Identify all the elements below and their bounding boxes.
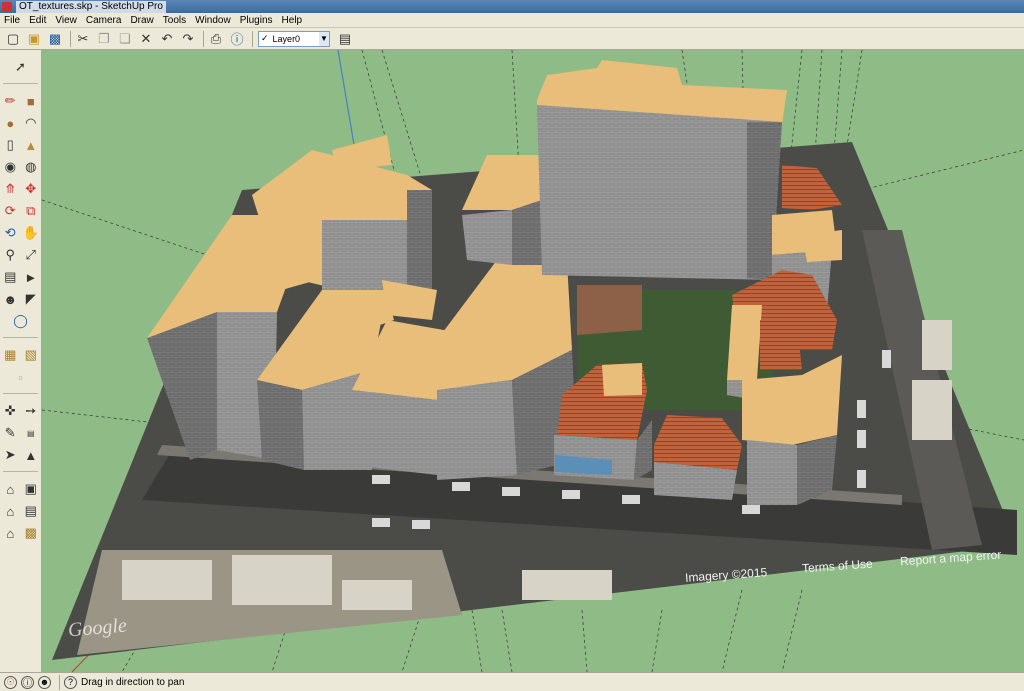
cut-icon[interactable]: ✂ (74, 30, 92, 48)
text-icon[interactable]: ✎ (2, 425, 19, 442)
top-view-icon[interactable]: ▣ (22, 481, 39, 498)
menu-file[interactable]: File (4, 15, 20, 26)
rotate-icon[interactable]: ⟳ (2, 203, 19, 220)
tools-palette: ➚ ✏ ■ ● ◠ ▯ ▲ ◉ ◍ ⤊ ✥ ⟳ ⧉ ⟲ ✋ ⚲ ⤢ ▤ ► ☻ ◤ ◯ ▦ ▧ ▫ ✜… (0, 50, 42, 672)
menu-edit[interactable]: Edit (29, 15, 46, 26)
palette-separator (3, 332, 38, 338)
layer-manager-icon[interactable]: ▤ (336, 30, 354, 48)
status-separator (59, 674, 60, 690)
geo-location-icon[interactable]: ☉ (4, 675, 17, 689)
move-icon[interactable]: ✥ (22, 181, 39, 198)
walk-icon[interactable]: ► (22, 269, 39, 286)
pan-icon[interactable]: ✋ (22, 225, 39, 242)
map-lot (577, 285, 642, 335)
front-view-icon[interactable]: ⌂ (2, 503, 19, 520)
palette-separator (3, 388, 38, 394)
current-layer-check: ✓ (261, 33, 269, 43)
zoom-extents-icon[interactable]: ⤢ (22, 247, 39, 264)
toolbar-separator (203, 30, 204, 47)
sketchup-app-icon (2, 1, 12, 12)
eraser-icon[interactable]: ▯ (2, 137, 19, 154)
open-icon[interactable]: ▣ (25, 30, 43, 48)
iso-view-icon[interactable]: ⌂ (2, 481, 19, 498)
toggle-terrain-icon[interactable]: ▧ (22, 347, 39, 364)
undo-icon[interactable]: ↶ (158, 30, 176, 48)
protractor-icon[interactable]: ◍ (22, 159, 39, 176)
print-icon[interactable]: ⎙ (207, 30, 225, 48)
building-tile-front-right (654, 415, 742, 500)
standard-toolbar: ▢ ▣ ▩ ✂ ❐ ❏ ✕ ↶ ↷ ⎙ ⓘ ✓ Layer0 ▼ ▤ (0, 28, 1024, 50)
chevron-down-icon[interactable]: ▼ (319, 31, 329, 46)
tape-measure-icon[interactable]: ◉ (2, 159, 19, 176)
toolbar-separator (70, 30, 71, 47)
get-models-icon[interactable]: ◯ (12, 313, 29, 330)
model-info-icon[interactable]: ⓘ (228, 30, 246, 48)
scale-icon[interactable]: ▲ (22, 447, 39, 464)
menu-draw[interactable]: Draw (130, 15, 153, 26)
palette-separator (3, 466, 38, 472)
back-view-icon[interactable]: ⌂ (2, 525, 19, 542)
section-plane-icon[interactable]: ◤ (22, 291, 39, 308)
select-icon[interactable]: ➚ (12, 59, 29, 76)
building-small-back (462, 155, 542, 265)
circle-icon[interactable]: ● (2, 115, 19, 132)
menu-window[interactable]: Window (195, 15, 231, 26)
erase-icon[interactable]: ✕ (137, 30, 155, 48)
new-icon[interactable]: ▢ (4, 30, 22, 48)
menu-plugins[interactable]: Plugins (240, 15, 273, 26)
menu-tools[interactable]: Tools (163, 15, 186, 26)
photo-textures-icon[interactable]: ▫ (12, 369, 29, 386)
left-view-icon[interactable]: ▩ (22, 525, 39, 542)
3d-scene (42, 50, 1024, 672)
layer-value: Layer0 (272, 33, 301, 44)
window-title: OT_textures.skp - SketchUp Pro (16, 0, 166, 13)
pencil-icon[interactable]: ✏ (2, 93, 19, 110)
status-text: Drag in direction to pan (81, 676, 185, 688)
palette-separator (3, 78, 38, 84)
toolbar-separator (252, 30, 253, 47)
layer-dropdown[interactable]: ✓ Layer0 ▼ (258, 30, 330, 47)
save-icon[interactable]: ▩ (46, 30, 64, 48)
user-icon[interactable]: ☻ (38, 675, 51, 689)
redo-icon[interactable]: ↷ (179, 30, 197, 48)
arc-icon[interactable]: ◠ (22, 115, 39, 132)
orbit-icon[interactable]: ⟲ (2, 225, 19, 242)
menu-view[interactable]: View (55, 15, 77, 26)
copy-icon[interactable]: ❐ (95, 30, 113, 48)
help-icon[interactable]: ? (64, 675, 77, 689)
dimension-icon[interactable]: ✜ (2, 403, 19, 420)
model-viewport[interactable]: Imagery ©2015 Terms of Use Report a map … (42, 50, 1024, 672)
menu-camera[interactable]: Camera (86, 15, 122, 26)
add-location-icon[interactable]: ▦ (2, 347, 19, 364)
axes-icon[interactable]: ➙ (22, 403, 39, 420)
menu-bar: File Edit View Camera Draw Tools Window … (0, 13, 1024, 28)
position-camera-icon[interactable]: ▤ (2, 269, 19, 286)
paint-bucket-icon[interactable]: ▲ (22, 137, 39, 154)
credits-icon[interactable]: ⓘ (21, 675, 34, 689)
follow-me-icon[interactable]: ➤ (2, 447, 19, 464)
paste-icon[interactable]: ❏ (116, 30, 134, 48)
rectangle-icon[interactable]: ■ (22, 93, 39, 110)
building-tower (537, 60, 787, 280)
offset-icon[interactable]: ⧉ (22, 203, 39, 220)
push-pull-icon[interactable]: ⤊ (2, 181, 19, 198)
title-bar: OT_textures.skp - SketchUp Pro (0, 0, 1024, 13)
menu-help[interactable]: Help (282, 15, 303, 26)
right-view-icon[interactable]: ▤ (22, 503, 39, 520)
status-bar: ☉ ⓘ ☻ ? Drag in direction to pan (0, 672, 1024, 691)
3d-text-icon[interactable]: ▤ (22, 425, 39, 442)
zoom-icon[interactable]: ⚲ (2, 247, 19, 264)
look-around-icon[interactable]: ☻ (2, 291, 19, 308)
